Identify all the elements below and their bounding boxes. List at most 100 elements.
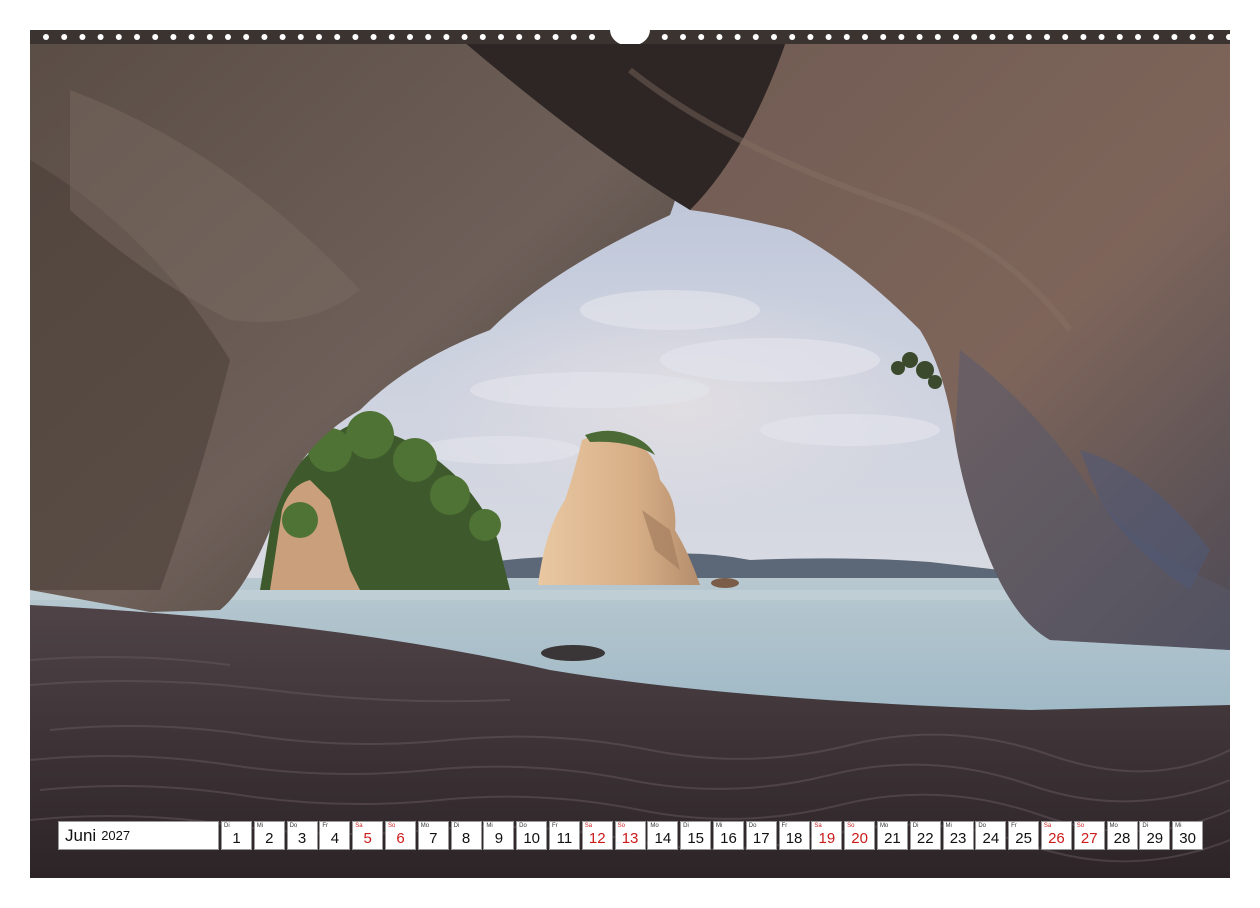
binding-hole: [862, 34, 868, 40]
day-number: 6: [396, 830, 405, 847]
day-cell: Di 1: [221, 821, 252, 850]
binding-hole: [206, 34, 213, 40]
month-label-box: Juni 2027: [58, 821, 219, 850]
binding-hole: [243, 34, 250, 40]
photo-illustration: [30, 30, 1230, 878]
binding-hole: [279, 34, 286, 40]
binding-hole: [698, 34, 705, 40]
day-abbr: Sa: [1043, 823, 1052, 829]
day-cell: Di 22: [909, 821, 941, 850]
binding-hole: [880, 34, 887, 40]
day-number: 5: [363, 830, 372, 847]
day-cell: Do 10: [516, 821, 548, 850]
day-number: 1: [232, 830, 241, 847]
binding-hole: [589, 34, 595, 40]
binding-hole: [789, 34, 796, 40]
binding-hole: [225, 34, 231, 40]
binding-hole: [898, 34, 905, 40]
day-cell: Mi 2: [253, 821, 285, 850]
day-abbr: Fr: [551, 823, 558, 829]
month-year: 2027: [101, 828, 131, 843]
day-abbr: Do: [289, 823, 298, 829]
day-cell: Sa 19: [811, 821, 843, 850]
binding-hole: [43, 34, 49, 40]
day-number: 13: [621, 830, 639, 847]
binding-hole: [953, 34, 959, 40]
day-abbr: Sa: [814, 823, 822, 829]
binding-hole: [297, 34, 304, 40]
binding-hole: [461, 34, 468, 40]
day-cell: Di 29: [1139, 821, 1171, 850]
binding-hole: [734, 34, 741, 40]
calendar-page: Juni 2027 Di 1 Mi 2 Do 3 Fr 4 Sa 5 So 6 Mo 7 Di 8 Mi 9 Do 1…: [0, 0, 1260, 908]
day-abbr: Fr: [322, 823, 329, 829]
day-cell: Fr 18: [778, 821, 810, 850]
binding-hole: [97, 34, 104, 40]
day-abbr: So: [847, 823, 855, 829]
day-number: 26: [1048, 830, 1065, 847]
day-abbr: Mi: [715, 823, 723, 829]
day-abbr: Do: [978, 823, 986, 829]
day-number: 24: [982, 830, 1000, 847]
binding-hole: [989, 34, 996, 40]
binding-hole: [971, 34, 978, 40]
day-cell: Fr 11: [548, 821, 580, 850]
day-abbr: So: [1076, 823, 1085, 829]
day-cell: So 20: [844, 821, 876, 850]
day-abbr: Mi: [945, 823, 952, 829]
day-cell: Di 15: [680, 821, 712, 850]
binding-hole: [825, 34, 832, 40]
day-cell: Mo 21: [876, 821, 908, 850]
month-calendar-strip: Juni 2027 Di 1 Mi 2 Do 3 Fr 4 Sa 5 So 6 Mo 7 Di 8 Mi 9 Do 1…: [58, 821, 1205, 850]
binding-hole: [1171, 34, 1178, 40]
day-number: 11: [556, 830, 573, 847]
day-cell: Do 17: [745, 821, 777, 850]
day-cell: Do 24: [975, 821, 1007, 850]
day-abbr: Do: [748, 823, 757, 829]
day-number: 25: [1015, 830, 1032, 847]
day-number: 12: [588, 830, 606, 847]
day-cell: Fr 25: [1008, 821, 1040, 850]
binding-hole: [352, 34, 359, 40]
spiral-binding: [30, 30, 1230, 44]
binding-hole: [407, 34, 413, 40]
binding-hole: [188, 34, 195, 40]
binding-hole: [443, 34, 450, 40]
day-abbr: Mi: [486, 823, 493, 829]
day-cell: Do 3: [286, 821, 318, 850]
binding-hole: [388, 34, 395, 40]
binding-hole: [479, 34, 486, 40]
day-cell: Mo 28: [1106, 821, 1138, 850]
binding-hole: [498, 34, 504, 40]
day-abbr: Di: [224, 823, 230, 829]
day-abbr: Di: [683, 823, 689, 829]
binding-hole: [1116, 34, 1123, 40]
day-abbr: Mi: [1175, 823, 1182, 829]
day-cell: Mi 9: [483, 821, 515, 850]
day-cell: Sa 5: [352, 821, 384, 850]
month-name: Juni: [65, 825, 97, 845]
binding-hole: [115, 34, 122, 40]
binding-hole: [1062, 34, 1069, 40]
day-abbr: Di: [453, 823, 460, 829]
binding-hole: [752, 34, 759, 40]
day-cell: Mi 23: [942, 821, 974, 850]
day-abbr: Mi: [256, 823, 264, 829]
binding-hole: [1207, 34, 1214, 40]
day-number: 20: [851, 830, 868, 847]
day-cell: Mo 7: [417, 821, 449, 850]
day-number: 22: [916, 830, 934, 847]
day-number: 3: [297, 830, 307, 847]
binding-hole: [1025, 34, 1032, 40]
binding-hole: [1044, 34, 1050, 40]
binding-hole: [61, 34, 68, 40]
binding-hole: [1080, 34, 1087, 40]
day-cell: Mi 16: [712, 821, 744, 850]
binding-hole: [1153, 34, 1160, 40]
day-cell: Sa 12: [581, 821, 613, 850]
day-number: 9: [494, 830, 504, 847]
day-number: 15: [687, 830, 704, 847]
binding-hole: [516, 34, 523, 40]
day-abbr: Mo: [420, 823, 430, 829]
day-number: 7: [429, 830, 438, 847]
